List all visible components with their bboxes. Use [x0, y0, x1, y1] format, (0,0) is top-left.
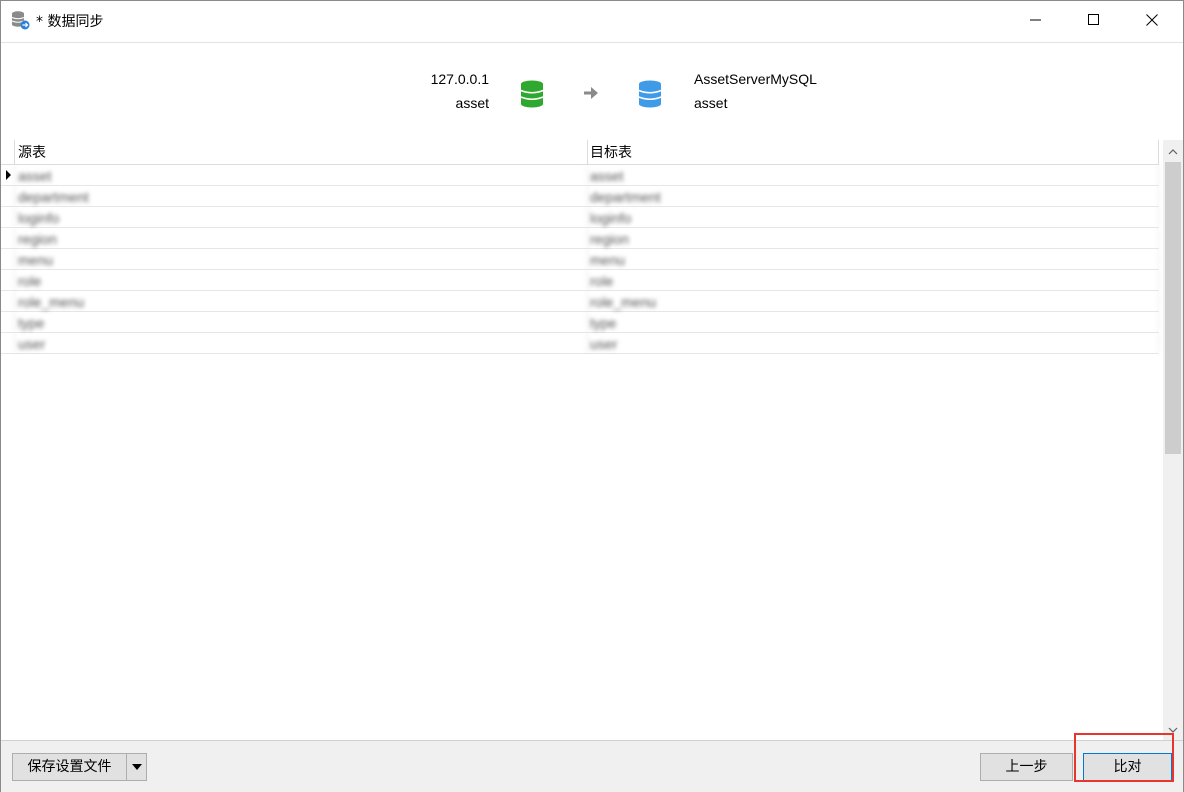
row-indicator[interactable]: [1, 207, 14, 227]
target-table-cell[interactable]: role_menu: [587, 291, 1159, 311]
dropdown-arrow-icon: [131, 764, 142, 770]
row-indicator[interactable]: [1, 228, 14, 248]
column-header-target[interactable]: 目标表: [587, 140, 1159, 164]
row-indicator[interactable]: [1, 270, 14, 290]
target-table-cell[interactable]: type: [587, 312, 1159, 332]
chevron-down-icon: [1168, 727, 1178, 733]
grid-rows: asset asset department department loginfo log…: [1, 165, 1159, 354]
source-table-cell[interactable]: asset: [14, 165, 588, 185]
row-indicator[interactable]: [1, 249, 14, 269]
row-indicator[interactable]: [1, 333, 14, 353]
arrow-right-icon: [582, 84, 600, 105]
data-sync-window: * 数据同步 127.0.0.1 asset AssetServerMySQL …: [0, 0, 1184, 792]
compare-button[interactable]: 比对: [1083, 753, 1172, 781]
source-table-cell[interactable]: region: [14, 228, 588, 248]
target-table-cell[interactable]: user: [587, 333, 1159, 353]
title-bar: * 数据同步: [1, 1, 1183, 39]
table-mapping-grid: 源表 目标表 asset asset department department log…: [1, 140, 1163, 740]
table-row[interactable]: role_menu role_menu: [1, 291, 1159, 312]
previous-step-button[interactable]: 上一步: [980, 753, 1073, 781]
scroll-down-button[interactable]: [1163, 720, 1183, 740]
target-table-cell[interactable]: asset: [587, 165, 1159, 185]
row-indicator[interactable]: [1, 291, 14, 311]
save-settings-dropdown[interactable]: [126, 753, 147, 781]
table-row[interactable]: user user: [1, 333, 1159, 354]
minimize-icon: [1030, 19, 1041, 21]
target-database: asset: [694, 95, 728, 111]
table-row[interactable]: region region: [1, 228, 1159, 249]
row-indicator[interactable]: [1, 312, 14, 332]
grid-header: 源表 目标表: [1, 140, 1159, 165]
table-row[interactable]: asset asset: [1, 165, 1159, 186]
target-table-cell[interactable]: role: [587, 270, 1159, 290]
maximize-icon: [1088, 14, 1099, 25]
source-table-cell[interactable]: role: [14, 270, 588, 290]
chevron-up-icon: [1168, 149, 1178, 155]
source-table-cell[interactable]: department: [14, 186, 588, 206]
source-table-cell[interactable]: loginfo: [14, 207, 588, 227]
maximize-button[interactable]: [1065, 1, 1123, 39]
table-row[interactable]: loginfo loginfo: [1, 207, 1159, 228]
table-row[interactable]: type type: [1, 312, 1159, 333]
close-button[interactable]: [1123, 1, 1181, 39]
footer-bar: 保存设置文件 上一步 比对: [1, 733, 1183, 792]
source-table-cell[interactable]: menu: [14, 249, 588, 269]
source-table-cell[interactable]: role_menu: [14, 291, 588, 311]
minimize-button[interactable]: [1007, 1, 1065, 39]
target-table-cell[interactable]: department: [587, 186, 1159, 206]
table-row[interactable]: menu menu: [1, 249, 1159, 270]
target-table-cell[interactable]: menu: [587, 249, 1159, 269]
data-sync-icon: [10, 10, 30, 30]
target-table-cell[interactable]: loginfo: [587, 207, 1159, 227]
target-table-cell[interactable]: region: [587, 228, 1159, 248]
source-database-icon: [520, 80, 544, 111]
target-host: AssetServerMySQL: [694, 71, 817, 87]
target-database-icon: [638, 80, 662, 111]
source-table-cell[interactable]: type: [14, 312, 588, 332]
current-row-indicator[interactable]: [1, 165, 14, 185]
close-icon: [1146, 14, 1158, 26]
row-indicator[interactable]: [1, 186, 14, 206]
vertical-scrollbar[interactable]: [1163, 140, 1183, 740]
column-header-source[interactable]: 源表: [14, 140, 588, 164]
scrollbar-thumb[interactable]: [1165, 162, 1181, 454]
table-row[interactable]: role role: [1, 270, 1159, 291]
table-row[interactable]: department department: [1, 186, 1159, 207]
scroll-up-button[interactable]: [1163, 142, 1183, 162]
save-settings-button[interactable]: 保存设置文件: [12, 753, 127, 781]
source-host: 127.0.0.1: [430, 71, 489, 87]
source-database: asset: [455, 95, 489, 111]
source-table-cell[interactable]: user: [14, 333, 588, 353]
window-title: * 数据同步: [36, 14, 104, 30]
connection-header: 127.0.0.1 asset AssetServerMySQL asset: [1, 42, 1183, 141]
